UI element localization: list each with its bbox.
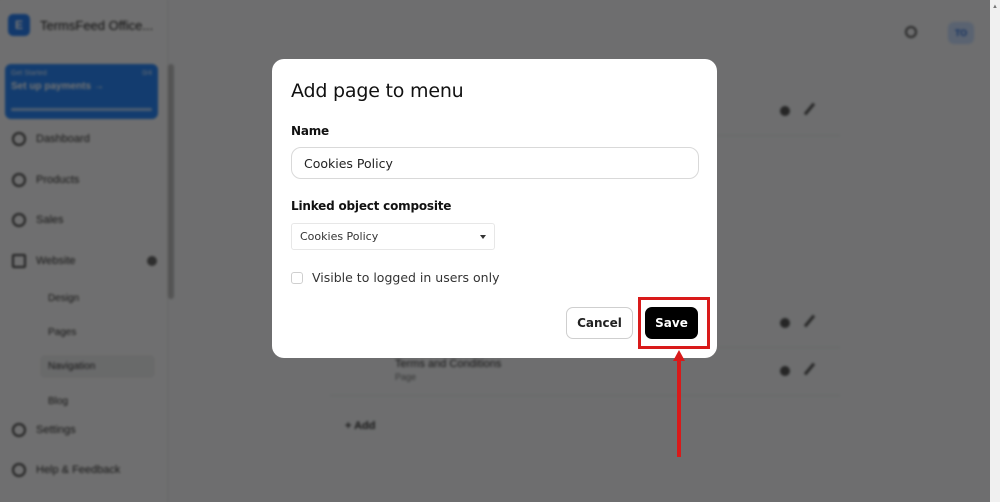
linked-object-value: Cookies Policy	[300, 230, 379, 243]
linked-object-label: Linked object composite	[291, 199, 452, 213]
annotation-arrow	[677, 360, 681, 457]
caret-down-icon	[480, 234, 486, 239]
name-input[interactable]	[291, 147, 699, 179]
modal-title: Add page to menu	[291, 80, 464, 102]
highlight-box	[638, 297, 710, 349]
name-label: Name	[291, 124, 329, 138]
visible-logged-in-checkbox[interactable]	[291, 272, 303, 284]
page-scrollbar[interactable]: ▲	[990, 0, 1000, 502]
linked-object-select[interactable]: Cookies Policy	[291, 223, 495, 250]
visible-logged-in-label[interactable]: Visible to logged in users only	[312, 270, 499, 285]
cancel-button[interactable]: Cancel	[566, 307, 633, 339]
scroll-up-icon[interactable]: ▲	[992, 4, 998, 10]
